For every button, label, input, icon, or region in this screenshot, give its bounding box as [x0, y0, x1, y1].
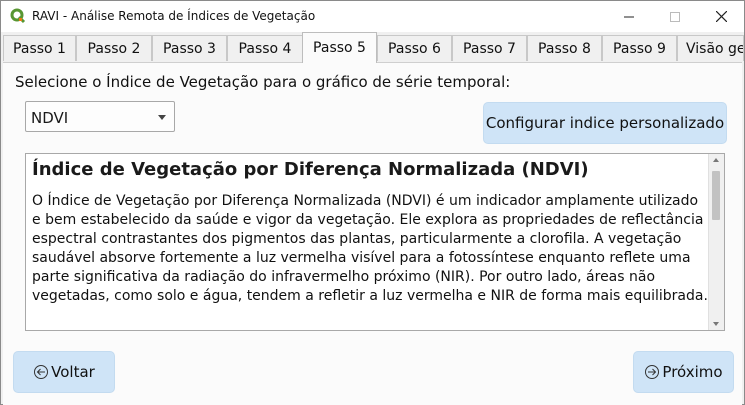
maximize-button[interactable] — [652, 1, 698, 32]
index-select[interactable]: NDVI — [25, 101, 175, 132]
maximize-icon — [670, 11, 680, 22]
main-window: RAVI - Análise Remota de Índices de Vege… — [0, 0, 745, 405]
scrollbar-thumb[interactable] — [712, 171, 720, 220]
close-icon — [715, 11, 727, 22]
tab-passo-7[interactable]: Passo 7 — [452, 35, 527, 61]
index-select-value: NDVI — [31, 109, 69, 127]
tab-passo-2[interactable]: Passo 2 — [76, 35, 152, 61]
next-button[interactable]: Próximo — [633, 351, 734, 393]
description-body: O Índice de Vegetação por Diferença Norm… — [32, 193, 708, 304]
description-title: Índice de Vegetação por Diferença Normal… — [32, 159, 589, 180]
tab-passo-9[interactable]: Passo 9 — [602, 35, 677, 61]
index-prompt-label: Selecione o Índice de Vegetação para o g… — [15, 73, 511, 91]
vertical-scrollbar[interactable] — [708, 154, 724, 330]
close-button[interactable] — [698, 1, 744, 32]
back-button-label: Voltar — [51, 363, 95, 381]
tab-passo-1[interactable]: Passo 1 — [3, 35, 76, 61]
window-title: RAVI - Análise Remota de Índices de Vege… — [32, 9, 316, 23]
tab-passo-5[interactable]: Passo 5 — [302, 32, 377, 63]
tab-visao-geral[interactable]: Visão ge — [677, 35, 744, 61]
custom-index-button[interactable]: Configurar indice personalizado — [483, 102, 727, 144]
next-button-label: Próximo — [662, 363, 723, 381]
arrow-left-circle-icon — [34, 365, 49, 379]
arrow-right-circle-icon — [645, 365, 660, 379]
chevron-down-icon — [158, 115, 166, 120]
scroll-down-icon[interactable] — [713, 322, 719, 326]
tab-bar: Passo 1 Passo 2 Passo 3 Passo 4 Passo 5 … — [1, 32, 744, 63]
back-button[interactable]: Voltar — [13, 351, 115, 393]
index-description-box[interactable]: Índice de Vegetação por Diferença Normal… — [25, 153, 725, 331]
tab-passo-8[interactable]: Passo 8 — [527, 35, 602, 61]
tab-passo-3[interactable]: Passo 3 — [152, 35, 227, 61]
scroll-up-icon[interactable] — [713, 158, 719, 162]
qgis-icon — [10, 8, 26, 24]
title-bar: RAVI - Análise Remota de Índices de Vege… — [1, 1, 744, 32]
minimize-button[interactable] — [606, 1, 652, 32]
description-content: Índice de Vegetação por Diferença Normal… — [32, 158, 710, 306]
minimize-icon — [624, 16, 634, 17]
tab-passo-6[interactable]: Passo 6 — [377, 35, 452, 61]
tab-passo-4[interactable]: Passo 4 — [227, 35, 303, 61]
tab-panel: Selecione o Índice de Vegetação para o g… — [3, 62, 742, 405]
